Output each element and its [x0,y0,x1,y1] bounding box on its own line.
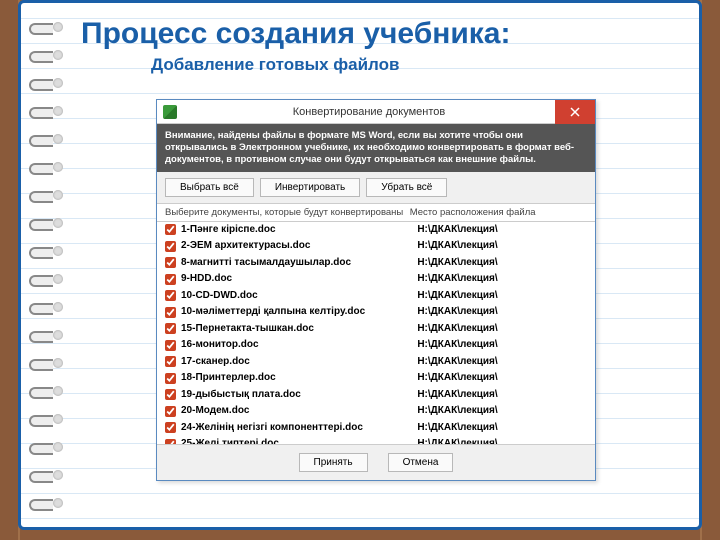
table-row[interactable]: 17-сканер.docH:\ДКАК\лекция\ [157,354,595,371]
clear-all-button[interactable]: Убрать всё [366,178,447,197]
file-name: 1-Пәнге кіріспе.doc [181,223,417,238]
convert-dialog: Конвертирование документов Внимание, най… [156,99,596,481]
file-checkbox[interactable] [165,224,176,235]
file-name: 16-монитор.doc [181,338,417,353]
table-row[interactable]: 16-монитор.docH:\ДКАК\лекция\ [157,337,595,354]
file-checkbox[interactable] [165,439,176,444]
file-name: 20-Модем.doc [181,404,417,419]
table-row[interactable]: 25-Желі типтері.docH:\ДКАК\лекция\ [157,436,595,444]
accept-button[interactable]: Принять [299,453,368,472]
file-name: 2-ЭЕМ архитектурасы.doc [181,239,417,254]
file-path: H:\ДКАК\лекция\ [417,371,587,386]
table-row[interactable]: 24-Желінің негізгі компоненттері.docH:\Д… [157,420,595,437]
table-row[interactable]: 1-Пәнге кіріспе.docH:\ДКАК\лекция\ [157,222,595,239]
file-path: H:\ДКАК\лекция\ [417,272,587,287]
dialog-titlebar[interactable]: Конвертирование документов [157,100,595,124]
file-path: H:\ДКАК\лекция\ [417,338,587,353]
dialog-title: Конвертирование документов [183,106,595,118]
file-list: 1-Пәнге кіріспе.docH:\ДКАК\лекция\2-ЭЕМ … [157,222,595,444]
table-row[interactable]: 20-Модем.docH:\ДКАК\лекция\ [157,403,595,420]
spiral-binding [29,13,69,517]
file-checkbox[interactable] [165,290,176,301]
notebook-page: Процесс создания учебника: Добавление го… [18,0,702,530]
file-checkbox[interactable] [165,422,176,433]
table-row[interactable]: 18-Принтерлер.docH:\ДКАК\лекция\ [157,370,595,387]
file-name: 10-мәліметтерді қалпына келтіру.doc [181,305,417,320]
file-path: H:\ДКАК\лекция\ [417,322,587,337]
file-checkbox[interactable] [165,323,176,334]
selection-toolbar: Выбрать всё Инвертировать Убрать всё [157,172,595,204]
file-checkbox[interactable] [165,356,176,367]
table-row[interactable]: 2-ЭЕМ архитектурасы.docH:\ДКАК\лекция\ [157,238,595,255]
file-name: 17-сканер.doc [181,355,417,370]
app-icon [163,105,177,119]
file-checkbox[interactable] [165,340,176,351]
file-checkbox[interactable] [165,373,176,384]
page-subtitle: Добавление готовых файлов [151,55,679,75]
table-row[interactable]: 10-мәліметтерді қалпына келтіру.docH:\ДК… [157,304,595,321]
file-path: H:\ДКАК\лекция\ [417,223,587,238]
cancel-button[interactable]: Отмена [388,453,454,472]
close-button[interactable] [555,100,595,124]
table-row[interactable]: 10-CD-DWD.docH:\ДКАК\лекция\ [157,288,595,305]
file-checkbox[interactable] [165,274,176,285]
file-path: H:\ДКАК\лекция\ [417,305,587,320]
file-name: 9-HDD.doc [181,272,417,287]
file-path: H:\ДКАК\лекция\ [417,289,587,304]
file-name: 8-магнитті тасымалдаушылар.doc [181,256,417,271]
file-path: H:\ДКАК\лекция\ [417,437,587,444]
invert-button[interactable]: Инвертировать [260,178,360,197]
file-checkbox[interactable] [165,389,176,400]
select-all-button[interactable]: Выбрать всё [165,178,254,197]
close-icon [570,107,580,117]
file-name: 19-дыбыстық плата.doc [181,388,417,403]
warning-banner: Внимание, найдены файлы в формате MS Wor… [157,124,595,172]
table-row[interactable]: 9-HDD.docH:\ДКАК\лекция\ [157,271,595,288]
list-header: Выберите документы, которые будут конвер… [157,204,595,222]
file-path: H:\ДКАК\лекция\ [417,388,587,403]
table-row[interactable]: 15-Пернетакта-тышкан.docH:\ДКАК\лекция\ [157,321,595,338]
file-name: 25-Желі типтері.doc [181,437,417,444]
file-checkbox[interactable] [165,257,176,268]
table-row[interactable]: 19-дыбыстық плата.docH:\ДКАК\лекция\ [157,387,595,404]
file-path: H:\ДКАК\лекция\ [417,256,587,271]
page-title: Процесс создания учебника: [81,17,679,51]
file-name: 24-Желінің негізгі компоненттері.doc [181,421,417,436]
file-name: 18-Принтерлер.doc [181,371,417,386]
column-file: Выберите документы, которые будут конвер… [165,207,410,218]
table-row[interactable]: 8-магнитті тасымалдаушылар.docH:\ДКАК\ле… [157,255,595,272]
file-name: 15-Пернетакта-тышкан.doc [181,322,417,337]
file-checkbox[interactable] [165,241,176,252]
file-checkbox[interactable] [165,307,176,318]
file-path: H:\ДКАК\лекция\ [417,355,587,370]
dialog-footer: Принять Отмена [157,444,595,480]
file-path: H:\ДКАК\лекция\ [417,404,587,419]
file-name: 10-CD-DWD.doc [181,289,417,304]
file-path: H:\ДКАК\лекция\ [417,421,587,436]
file-path: H:\ДКАК\лекция\ [417,239,587,254]
file-checkbox[interactable] [165,406,176,417]
column-path: Место расположения файла [410,207,587,218]
